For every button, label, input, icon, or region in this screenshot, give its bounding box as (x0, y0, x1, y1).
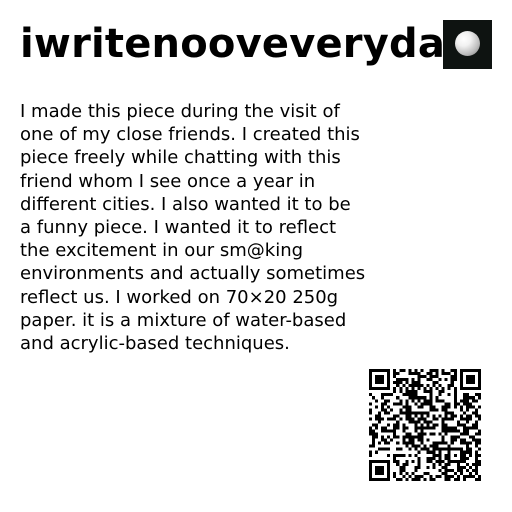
artwork-thumbnail[interactable] (443, 20, 492, 69)
artwork-description: I made this piece during the visit of on… (20, 101, 366, 355)
qr-code-icon[interactable] (369, 369, 481, 481)
sphere-icon (455, 31, 480, 56)
page-title: iwritenooveveryday (20, 21, 445, 67)
